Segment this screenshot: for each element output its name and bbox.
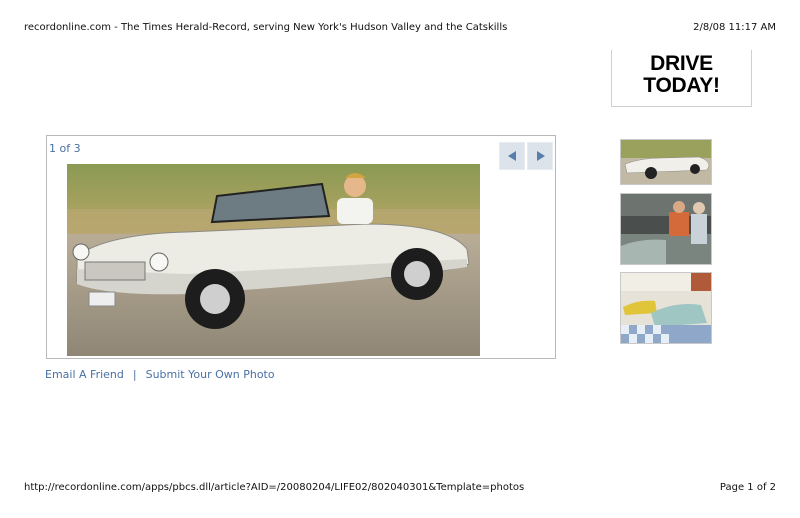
- thumbnail-image: [621, 194, 711, 264]
- print-header-datetime: 2/8/08 11:17 AM: [693, 22, 776, 33]
- thumbnail-showroom-photo[interactable]: [620, 272, 712, 344]
- arrow-right-icon: [537, 151, 545, 161]
- print-header-title: recordonline.com - The Times Herald-Reco…: [24, 22, 508, 33]
- thumbnail-image: [621, 140, 711, 184]
- thumbnail-car-photo[interactable]: [620, 139, 712, 185]
- email-friend-link[interactable]: Email A Friend: [45, 368, 124, 381]
- submit-photo-link[interactable]: Submit Your Own Photo: [146, 368, 275, 381]
- arrow-left-icon: [508, 151, 516, 161]
- thumbnail-image: [621, 273, 711, 343]
- print-footer-page: Page 1 of 2: [719, 482, 776, 493]
- advertisement-banner[interactable]: DRIVE TODAY!: [611, 50, 752, 107]
- next-photo-button[interactable]: [527, 142, 553, 170]
- link-separator: |: [132, 368, 137, 381]
- thumbnail-garage-photo[interactable]: [620, 193, 712, 265]
- previous-photo-button[interactable]: [499, 142, 525, 170]
- photo-counter: 1 of 3: [49, 142, 81, 155]
- photo-links: Email A Friend | Submit Your Own Photo: [45, 368, 275, 381]
- print-footer-url: http://recordonline.com/apps/pbcs.dll/ar…: [24, 482, 525, 493]
- ad-text: DRIVE TODAY!: [643, 52, 720, 97]
- photo-gallery: 1 of 3: [46, 135, 556, 359]
- main-photo: [67, 164, 480, 356]
